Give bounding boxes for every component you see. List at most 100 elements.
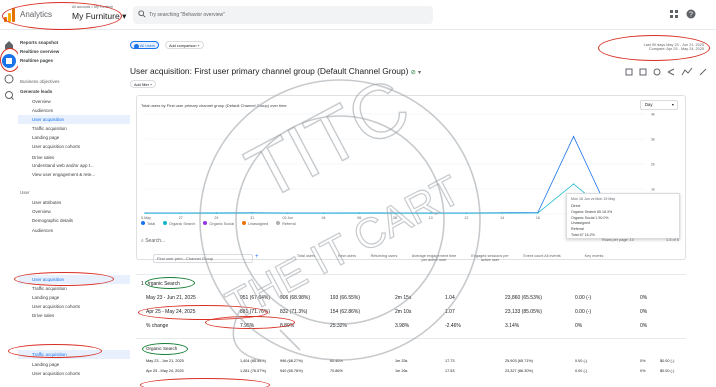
legend-item[interactable]: Total <box>141 221 155 226</box>
data-point <box>572 183 575 185</box>
x-tick-label: 08 <box>393 216 397 220</box>
sidebar-item[interactable]: Traffic acquisition <box>18 124 130 133</box>
x-tick-label: 29 <box>214 216 218 220</box>
table-cell: 0% <box>640 369 646 373</box>
divider <box>136 274 686 275</box>
dimension-select[interactable]: First user prim...Channel Group <box>153 254 253 263</box>
annotation-circle <box>598 35 710 61</box>
sidebar-item[interactable]: View user engagement & rete... <box>18 170 130 179</box>
sidebar-item[interactable]: Generate leads <box>18 87 130 96</box>
column-header[interactable]: Engaged sessions per active user <box>466 254 514 262</box>
sidebar-item[interactable]: Overview <box>18 97 130 106</box>
sidebar-item[interactable]: Demographic details <box>18 216 130 225</box>
sidebar-item[interactable]: Overview <box>18 207 130 216</box>
sidebar-item[interactable]: Realtime overview <box>18 47 130 56</box>
legend-item[interactable]: Unassigned <box>242 221 268 226</box>
table-search[interactable]: ⌕ Search... <box>141 238 165 244</box>
row-label: Apr 25 - May 24, 2025 <box>146 369 184 373</box>
sidebar-item-label: Overview <box>32 209 51 214</box>
data-point <box>358 212 360 214</box>
svg-text:?: ? <box>689 12 693 19</box>
sidebar-item-label: User <box>20 190 30 195</box>
data-point <box>394 212 396 214</box>
table-cell: 1.07 <box>445 309 455 315</box>
x-tick-label: 02 Jun <box>282 216 293 220</box>
x-tick-label: 31 <box>250 216 254 220</box>
table-cell: 0.00 (-) <box>575 309 592 315</box>
tooltip-row: Organic Search 65 18.3% <box>571 209 613 214</box>
sidebar: Reports snapshot Realtime overview Realtim… <box>18 30 130 387</box>
column-header[interactable]: Returning users <box>360 254 408 258</box>
sidebar-item-label: Audiences <box>32 228 54 233</box>
table-cell: 951 (67.64%) <box>240 295 271 301</box>
search-input[interactable]: Try searching "Behavior overview" <box>133 6 433 24</box>
rows-per-page[interactable]: Rows per page: 10 <box>602 238 634 242</box>
table-cell: 23,327 (86.30%) <box>505 369 534 373</box>
table-cell: $0.00 (-) <box>660 359 675 363</box>
add-comparison-button[interactable]: Add comparison + <box>165 41 204 49</box>
sidebar-item[interactable]: User acquisition cohorts <box>18 302 130 311</box>
tooltip-row: Total 67 16.2% <box>571 233 595 237</box>
table-cell: 23,860 (65.53%) <box>505 295 542 301</box>
data-point <box>251 212 253 214</box>
sidebar-item-label: Business objectives <box>20 79 60 84</box>
column-header[interactable]: Average engagement time per active user <box>410 254 458 262</box>
x-tick-label: 12 <box>464 216 468 220</box>
table-cell: 193 (66.55%) <box>330 295 361 301</box>
left-rail <box>0 30 20 387</box>
table-cell: 23,133 (85.05%) <box>505 309 542 315</box>
sidebar-item[interactable]: User acquisition cohorts <box>18 142 130 151</box>
table-cell: 0% <box>640 309 648 315</box>
sidebar-item-label: Generate leads <box>20 89 53 94</box>
sidebar-item[interactable]: User attributes <box>18 198 130 207</box>
sidebar-item[interactable]: Drive sales <box>18 311 130 320</box>
x-tick-label: 25 May <box>141 216 151 220</box>
legend-item[interactable]: Organic Search <box>163 221 195 226</box>
annotation-circle <box>2 2 122 30</box>
apps-grid-icon[interactable] <box>670 10 678 18</box>
sidebar-item[interactable]: Realtime pages <box>18 56 130 65</box>
sidebar-item-label: View user engagement & rete... <box>32 172 95 177</box>
row-label: % change <box>146 323 169 329</box>
table-cell: 0% <box>640 295 648 301</box>
sidebar-item[interactable]: User <box>18 188 130 197</box>
annotation-circle <box>0 48 20 72</box>
data-point <box>144 212 146 214</box>
add-dimension-button[interactable]: + <box>255 254 259 260</box>
sidebar-item[interactable]: Landing page <box>18 293 130 302</box>
divider <box>136 338 686 339</box>
explore-icon[interactable] <box>4 74 14 84</box>
legend-item[interactable]: Referral <box>276 221 296 226</box>
sidebar-item[interactable]: Landing page <box>18 360 130 369</box>
table-cell: 1.04 <box>445 295 455 301</box>
column-header[interactable]: Key events <box>570 254 618 258</box>
all-users-chip[interactable]: All Users <box>130 41 160 49</box>
sidebar-item[interactable]: Understand web and/or app t... <box>18 161 130 170</box>
sidebar-item[interactable]: Reports snapshot <box>18 38 130 47</box>
sidebar-item[interactable]: User acquisition <box>18 115 130 124</box>
column-header[interactable]: Event count All events <box>518 254 566 258</box>
sidebar-item[interactable]: Landing page <box>18 133 130 142</box>
row-label: May 23 - Jun 21, 2025 <box>146 295 196 301</box>
table-cell: 940 (65.76%) <box>280 369 303 373</box>
table-cell: 154 (62.86%) <box>330 309 361 315</box>
help-icon[interactable]: ? <box>686 9 696 19</box>
sidebar-item-label: Drive sales <box>32 313 55 318</box>
chart-title: Total users by First user primary channe… <box>141 103 287 108</box>
sidebar-item-label: Reports snapshot <box>20 40 59 45</box>
legend-item[interactable]: Organic Social <box>203 221 234 226</box>
add-filter-button[interactable]: Add filter + <box>130 80 157 88</box>
sidebar-item[interactable]: User acquisition cohorts <box>18 369 130 378</box>
advertising-icon[interactable] <box>4 90 14 100</box>
granularity-select[interactable]: Day ▾ <box>640 100 678 110</box>
sidebar-item[interactable]: Business objectives <box>18 77 130 86</box>
table-cell: 0% <box>575 323 583 329</box>
sidebar-item-label: Realtime pages <box>20 58 54 63</box>
table-cell: 0.00 (-) <box>575 359 588 363</box>
sidebar-item[interactable]: Audiences <box>18 106 130 115</box>
table-cell: $0.00 (-) <box>660 369 675 373</box>
table-cell: 70.86% <box>330 369 343 373</box>
check-icon: ⊘ <box>410 70 416 76</box>
sidebar-item[interactable]: Audiences <box>18 226 130 235</box>
x-tick-label: 10 <box>429 216 433 220</box>
